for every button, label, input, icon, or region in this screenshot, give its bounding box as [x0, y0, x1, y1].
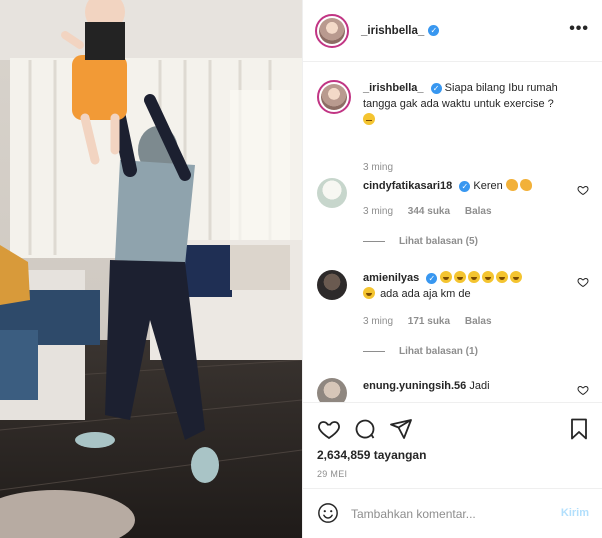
clap-emoji-icon [519, 179, 532, 191]
commenter-username[interactable]: amienilyas [363, 272, 419, 284]
comment-text: Jadi [469, 380, 490, 392]
comments-list[interactable]: _irishbella_ ✓ Siapa bilang Ibu rumah ta… [303, 62, 602, 402]
laughing-emoji-icon [440, 271, 453, 283]
commenter-username[interactable]: cindyfatikasari18 [363, 180, 452, 192]
comment-text-block: amienilyas ✓ ada ada aja km de [363, 270, 565, 302]
reply-button[interactable]: Balas [465, 206, 492, 217]
verified-badge-icon: ✓ [426, 272, 438, 284]
comment-text-block: cindyfatikasari18 ✓ Keren [363, 178, 565, 194]
commenter-avatar[interactable] [317, 378, 347, 402]
thinking-emoji-icon [363, 113, 375, 125]
post-photo-illustration [0, 0, 302, 538]
comment-text-block: enung.yuningsih.56 Jadi [363, 378, 565, 394]
laughing-emoji-icon [510, 271, 523, 283]
caption-username[interactable]: _irishbella_ [363, 82, 424, 94]
like-comment-heart-icon[interactable] [577, 384, 589, 396]
post-header: _irishbella_ ✓ ••• [303, 0, 602, 62]
post-sidebar: _irishbella_ ✓ ••• _irishbella_ ✓ Siapa … [302, 0, 602, 538]
like-comment-heart-icon[interactable] [577, 276, 589, 288]
commenter-username[interactable]: enung.yuningsih.56 [363, 380, 466, 392]
laughing-emoji-icon [482, 271, 495, 283]
post-date[interactable]: 29 MEI [317, 469, 347, 479]
laughing-emoji-icon [468, 271, 481, 283]
comment-likes[interactable]: 171 suka [408, 316, 450, 327]
clap-emoji-icon [505, 179, 518, 191]
comment-input[interactable] [351, 503, 541, 525]
replies-divider [363, 240, 385, 242]
laughing-emoji-icon [454, 271, 467, 283]
post-video[interactable] [0, 0, 302, 538]
reply-button[interactable]: Balas [465, 316, 492, 327]
caption-avatar[interactable] [317, 80, 351, 114]
verified-badge-icon: ✓ [428, 25, 440, 36]
view-replies-label: Lihat balasan (1) [399, 346, 478, 357]
save-bookmark-icon[interactable] [567, 417, 591, 441]
verified-badge-icon: ✓ [459, 180, 471, 192]
comment-text: ada ada aja km de [380, 288, 471, 300]
caption-text-block: _irishbella_ ✓ Siapa bilang Ibu rumah ta… [363, 80, 565, 128]
author-avatar[interactable] [315, 13, 349, 48]
comment-bubble-icon[interactable] [353, 417, 377, 441]
laughing-emoji-icon [496, 271, 509, 283]
author-username[interactable]: _irishbella_ [361, 25, 424, 37]
commenter-avatar[interactable] [317, 178, 347, 208]
like-heart-icon[interactable] [317, 417, 341, 441]
post-comment-button[interactable]: Kirim [561, 507, 589, 519]
comment-time[interactable]: 3 ming [363, 206, 393, 217]
comment-meta: 3 ming 171 suka Balas [363, 316, 504, 327]
share-send-icon[interactable] [389, 417, 413, 441]
view-replies-label: Lihat balasan (5) [399, 236, 478, 247]
comment-likes[interactable]: 344 suka [408, 206, 450, 217]
caption-time[interactable]: 3 ming [363, 162, 393, 173]
laughing-emoji-icon [363, 287, 375, 299]
comment-time[interactable]: 3 ming [363, 316, 393, 327]
view-count[interactable]: 2,634,859 tayangan [317, 448, 426, 462]
post-actions: 2,634,859 tayangan 29 MEI [303, 402, 602, 488]
commenter-avatar[interactable] [317, 270, 347, 300]
more-horizontal-icon[interactable]: ••• [569, 20, 589, 38]
caption-meta: 3 ming [363, 162, 405, 173]
comment-text: Keren [473, 180, 503, 192]
replies-divider [363, 350, 385, 352]
verified-badge-icon: ✓ [430, 82, 442, 94]
view-replies-button[interactable]: Lihat balasan (1) [363, 346, 478, 357]
emoji-smile-icon[interactable] [317, 502, 339, 524]
add-comment-bar: Kirim [303, 488, 602, 538]
view-replies-button[interactable]: Lihat balasan (5) [363, 236, 478, 247]
like-comment-heart-icon[interactable] [577, 184, 589, 196]
comment-meta: 3 ming 344 suka Balas [363, 206, 504, 217]
